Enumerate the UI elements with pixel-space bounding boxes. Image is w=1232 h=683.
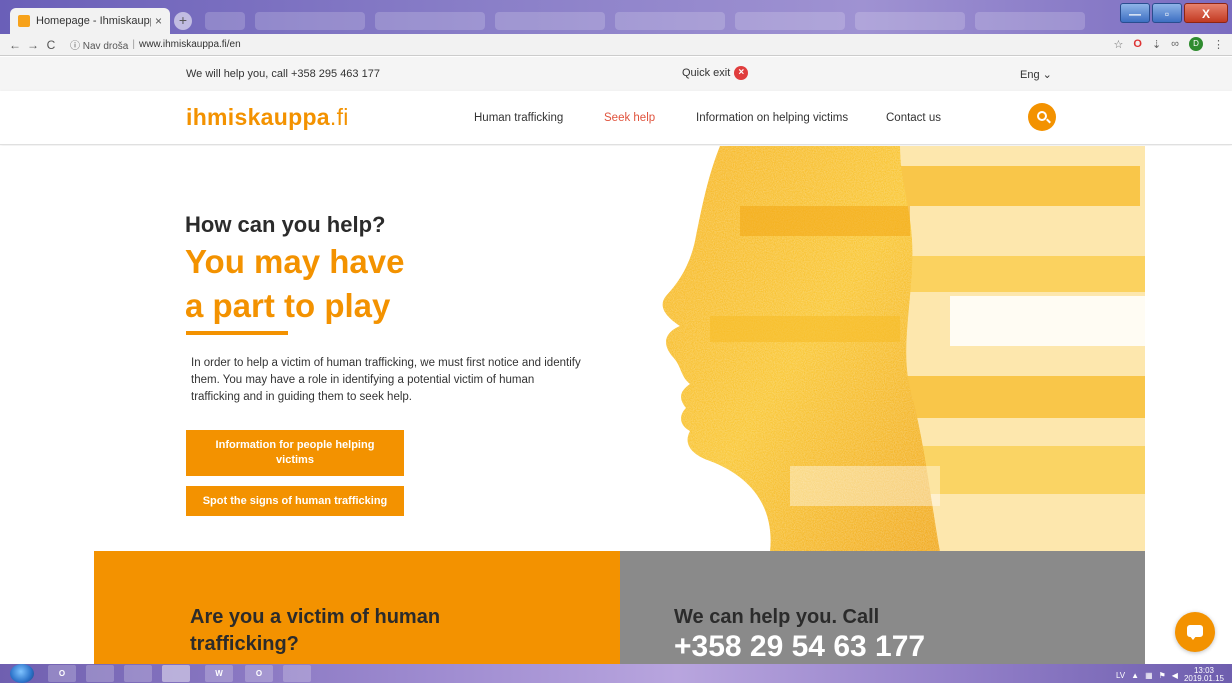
browser-tab[interactable]	[855, 12, 965, 30]
hero-profile-illustration	[650, 146, 1145, 552]
language-selector[interactable]: Eng ⌄	[1020, 68, 1052, 81]
helpline-text[interactable]: We will help you, call +358 295 463 177	[186, 68, 380, 80]
tab-title: Homepage - Ihmiskauppa	[36, 15, 151, 27]
browser-tab[interactable]	[205, 12, 245, 30]
hero-headline-line2: a part to play	[185, 287, 391, 324]
helpline-phone-number[interactable]: +358 29 54 63 177	[674, 630, 925, 664]
taskbar-outlook-icon[interactable]: O	[245, 665, 273, 682]
url-separator: |	[132, 39, 135, 50]
nav-human-trafficking[interactable]: Human trafficking	[474, 112, 563, 124]
browser-tab[interactable]	[735, 12, 845, 30]
hero-intro-text: In order to help a victim of human traff…	[191, 357, 581, 403]
opera-extension-icon[interactable]: O	[1133, 38, 1142, 50]
tab-close-icon[interactable]: ×	[155, 14, 162, 28]
download-extension-icon[interactable]: ⇣	[1152, 38, 1161, 51]
victim-panel: Are you a victim of human trafficking?	[94, 551, 620, 664]
logo-tld: .fi	[329, 104, 349, 130]
site-logo[interactable]: ihmiskauppa.fi	[186, 104, 349, 131]
close-circle-icon: ×	[734, 66, 749, 80]
nav-contact-us[interactable]: Contact us	[886, 112, 941, 124]
taskbar-folder-icon[interactable]	[124, 665, 152, 682]
clock[interactable]: 13:03 2019.01.15	[1184, 667, 1224, 683]
nav-information-helping-victims[interactable]: Information on helping victims	[696, 112, 848, 124]
system-tray: LV ▲ ▦ ⚑ ◀ 13:03 2019.01.15	[1116, 667, 1224, 683]
infinity-extension-icon[interactable]: ∞	[1171, 38, 1179, 50]
browser-tab-bar: Homepage - Ihmiskauppa × + — ▫ X	[0, 0, 1232, 34]
volume-icon[interactable]: ◀	[1172, 671, 1178, 680]
extensions-area: ☆ O ⇣ ∞ D ⋮	[1114, 37, 1224, 51]
back-arrow-icon[interactable]: ←	[6, 38, 24, 52]
forward-arrow-icon[interactable]: →	[24, 38, 42, 52]
clock-date: 2019.01.15	[1183, 674, 1224, 683]
taskbar-calculator-icon[interactable]	[283, 665, 311, 682]
network-icon[interactable]: ▦	[1145, 671, 1153, 680]
hero-headline: You may have a part to play	[185, 240, 404, 328]
security-indicator[interactable]: ⓘ Nav droša	[70, 37, 128, 52]
browser-tab[interactable]	[615, 12, 725, 30]
tray-arrow-icon[interactable]: ▲	[1131, 671, 1139, 680]
taskbar-app-icon[interactable]	[86, 665, 114, 682]
url-input[interactable]: www.ihmiskauppa.fi/en	[139, 39, 241, 50]
browser-tab[interactable]	[375, 12, 485, 30]
window-controls: — ▫ X	[1120, 3, 1228, 23]
browser-tab[interactable]	[495, 12, 605, 30]
spot-signs-button[interactable]: Spot the signs of human trafficking	[186, 486, 404, 516]
browser-tab[interactable]	[975, 12, 1085, 30]
minimize-button[interactable]: —	[1120, 3, 1150, 23]
search-button[interactable]	[1028, 103, 1056, 131]
taskbar-word-icon[interactable]: W	[205, 665, 233, 682]
call-panel: We can help you. Call +358 29 54 63 177	[620, 551, 1145, 664]
menu-kebab-icon[interactable]: ⋮	[1213, 38, 1224, 51]
profile-avatar[interactable]: D	[1189, 37, 1203, 51]
maximize-button[interactable]: ▫	[1152, 3, 1182, 23]
chat-button[interactable]	[1175, 612, 1215, 652]
reload-icon[interactable]: C	[42, 38, 60, 52]
browser-tab[interactable]	[255, 12, 365, 30]
browser-tab-active[interactable]: Homepage - Ihmiskauppa ×	[10, 8, 170, 34]
taskbar-chrome-icon[interactable]	[162, 665, 190, 682]
close-window-button[interactable]: X	[1184, 3, 1228, 23]
quick-exit-label: Quick exit	[682, 67, 731, 79]
flag-icon[interactable]: ⚑	[1159, 671, 1166, 680]
site-header: ihmiskauppa.fi Human trafficking Seek he…	[0, 91, 1232, 145]
new-tab-button[interactable]: +	[174, 12, 192, 30]
taskbar-outlook-icon[interactable]: O	[48, 665, 76, 682]
address-bar: ← → C ⓘ Nav droša | www.ihmiskauppa.fi/e…	[0, 34, 1232, 56]
site-info-bar: We will help you, call +358 295 463 177 …	[0, 57, 1232, 91]
hero-headline-line1: You may have	[185, 243, 405, 280]
victim-panel-title: Are you a victim of human trafficking?	[190, 606, 441, 655]
hero-section: How can you help? You may have a part to…	[0, 146, 1232, 552]
logo-main: ihmiskauppa	[186, 104, 330, 130]
start-button[interactable]	[10, 664, 34, 683]
call-panel-title: We can help you. Call	[674, 606, 880, 628]
os-taskbar: O W O LV ▲ ▦ ⚑ ◀ 13:03 2019.01.15	[0, 664, 1232, 683]
hero-eyebrow: How can you help?	[185, 212, 386, 237]
input-language[interactable]: LV	[1116, 671, 1125, 680]
quick-exit-link[interactable]: Quick exit ×	[682, 66, 749, 80]
info-helpers-button[interactable]: Information for people helping victims	[186, 430, 404, 476]
bookmark-star-icon[interactable]: ☆	[1114, 38, 1124, 51]
site-favicon-icon	[18, 15, 30, 27]
headline-underline	[186, 331, 288, 335]
nav-seek-help[interactable]: Seek help	[604, 112, 655, 124]
